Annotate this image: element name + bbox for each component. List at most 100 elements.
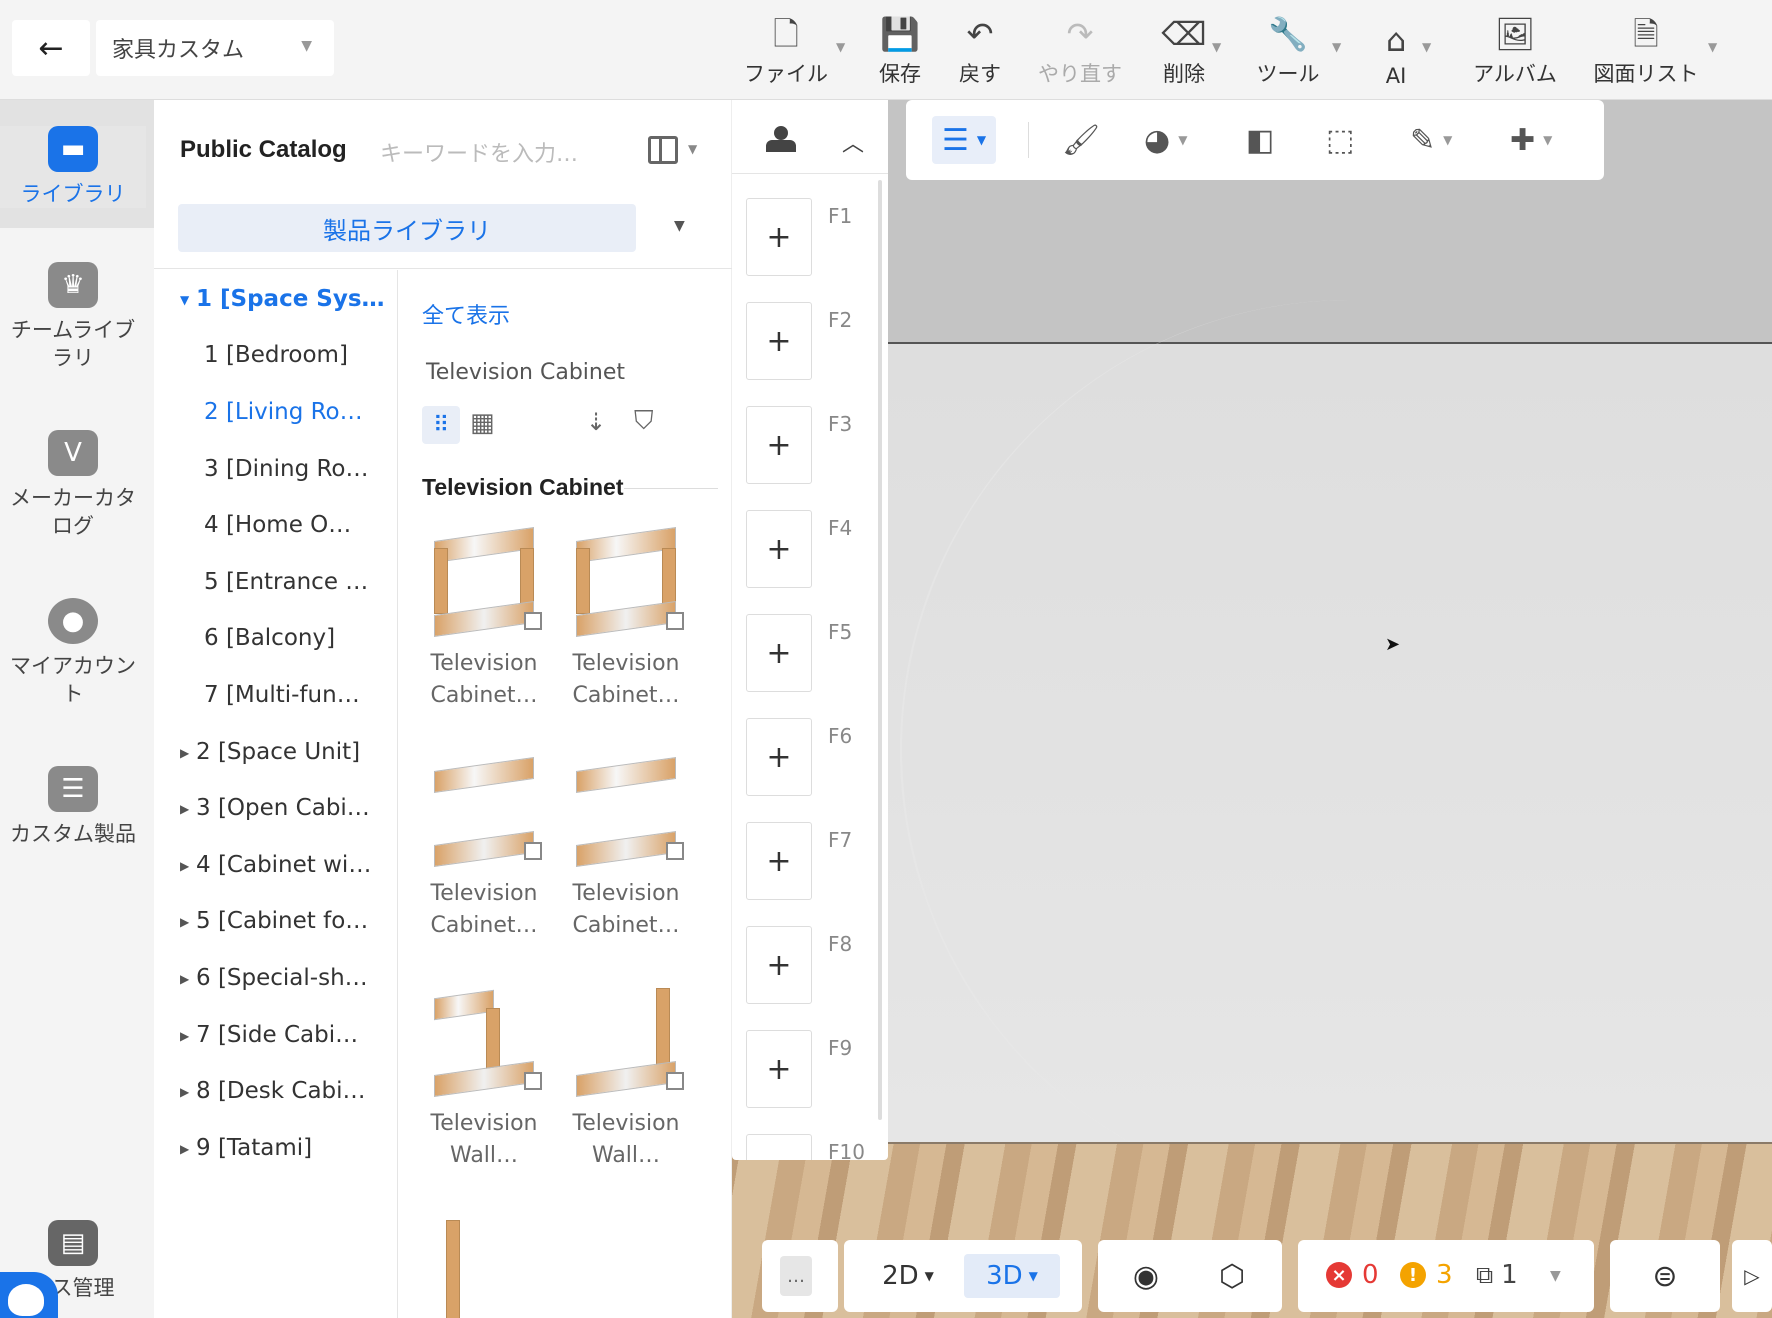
rail-item-label: マイアカウント <box>10 654 136 706</box>
drawing-list-button[interactable]: 🗎 図面リスト <box>1584 12 1708 88</box>
chevron-down-icon[interactable]: ▼ <box>1708 40 1717 54</box>
ai-menu-button[interactable]: ⌂ AI <box>1364 12 1428 88</box>
more-button[interactable]: … <box>780 1256 812 1296</box>
chat-assistant-button[interactable] <box>0 1272 58 1318</box>
tree-item[interactable]: ▶ 7 [Side Cabi… <box>180 1022 412 1062</box>
rail-item-custom-product[interactable]: ☰ カスタム製品 <box>0 766 146 848</box>
tree-item[interactable]: ▶ 6 [Special-sh… <box>180 965 412 1005</box>
tree-item[interactable]: ▶ 4 [Cabinet wi… <box>180 852 412 892</box>
tree-item[interactable]: ▶ 5 [Cabinet fo… <box>180 908 412 948</box>
add-floor-button[interactable]: + <box>746 822 812 900</box>
mode-select[interactable]: 家具カスタム ▼ <box>96 20 334 76</box>
delete-button[interactable]: ⌫ 削除 <box>1146 12 1222 88</box>
scrollbar[interactable] <box>878 180 882 1120</box>
material-palette-button[interactable]: ◕ ▼ <box>1144 116 1187 164</box>
product-card[interactable]: Television Cabinet… <box>414 756 554 942</box>
show-all-link[interactable]: 全て表示 <box>422 298 510 330</box>
warning-count-value: 3 <box>1436 1260 1453 1290</box>
save-button[interactable]: 💾 保存 <box>862 12 938 88</box>
rail-item-maker-catalog[interactable]: V メーカーカタログ <box>0 430 146 540</box>
add-floor-button[interactable]: + <box>746 1030 812 1108</box>
save-icon: 💾 <box>880 15 920 53</box>
resource-manage-icon: ▤ <box>48 1220 98 1266</box>
chevron-down-icon[interactable]: ▼ <box>836 40 845 54</box>
chevron-down-icon[interactable]: ▼ <box>1422 40 1431 54</box>
cube-view-icon[interactable]: ⬡ <box>1208 1254 1256 1298</box>
tree-item[interactable]: ▶ 3 [Open Cabi… <box>180 795 412 835</box>
file-menu-button[interactable]: 🗋 ファイル <box>736 12 836 88</box>
tree-item[interactable]: ▶ 9 [Tatami] <box>180 1135 412 1175</box>
chevron-down-icon[interactable]: ▼ <box>1332 40 1341 54</box>
add-floor-button[interactable]: + <box>746 718 812 796</box>
sort-icon[interactable]: ⇣ <box>586 408 606 436</box>
view-2d-button[interactable]: 2D ▼ <box>868 1254 948 1298</box>
filter-icon[interactable]: ⛉ <box>634 406 654 437</box>
error-count[interactable]: × 0 <box>1326 1260 1379 1290</box>
product-card[interactable]: Television Wall… <box>556 988 696 1172</box>
add-floor-button[interactable]: + <box>746 510 812 588</box>
account-person-icon: ● <box>48 598 98 644</box>
toggle-switch-icon[interactable]: ⊜ <box>1640 1254 1690 1298</box>
rail-item-label: カスタム製品 <box>10 822 136 846</box>
add-floor-button[interactable]: + <box>746 302 812 380</box>
catalog-search-input[interactable]: キーワードを入力… <box>380 136 578 168</box>
panel-layout-icon[interactable] <box>648 136 678 164</box>
add-floor-button[interactable]: + <box>746 926 812 1004</box>
add-floor-button[interactable]: + <box>746 1134 812 1160</box>
select-frame-button[interactable]: ⬚ <box>1326 116 1354 164</box>
rail-item-library[interactable]: ▬ ライブラリ <box>0 126 146 208</box>
tree-item[interactable]: ▶ 8 [Desk Cabi… <box>180 1078 412 1118</box>
error-icon: × <box>1326 1262 1352 1288</box>
tree-item[interactable]: ▼ 1 [Space Sys… <box>180 286 412 326</box>
mirror-button[interactable]: ◧ <box>1246 116 1274 164</box>
rail-item-label: メーカーカタログ <box>10 486 136 538</box>
chevron-down-icon[interactable]: ▼ <box>1212 40 1221 54</box>
chevron-down-icon[interactable]: ▼ <box>688 142 697 156</box>
small-grid-view-icon[interactable]: ⠿ <box>422 406 460 444</box>
library-select[interactable]: 製品ライブラリ <box>178 204 636 252</box>
product-name: Cabinet… <box>430 913 538 938</box>
add-floor-button[interactable]: + <box>746 614 812 692</box>
undo-icon: ↶ <box>966 15 994 53</box>
section-title: Television Cabinet <box>422 474 624 500</box>
add-floor-button[interactable]: + <box>746 198 812 276</box>
redo-button[interactable]: ↷ やり直す <box>1030 12 1130 88</box>
visibility-panel: ◉ ⬡ <box>1098 1240 1282 1312</box>
display-mode-button[interactable]: ☰ ▼ <box>932 116 997 164</box>
floor-row: + F5 <box>746 614 872 694</box>
warning-count[interactable]: ! 3 <box>1400 1260 1453 1290</box>
product-card[interactable]: Television Wall… <box>414 988 554 1172</box>
large-grid-view-icon[interactable]: ▦ <box>470 408 495 438</box>
rail-item-my-account[interactable]: ● マイアカウント <box>0 598 146 708</box>
file-menu-label: ファイル <box>744 62 828 86</box>
product-card[interactable] <box>414 1220 554 1318</box>
paint-roller-button[interactable]: 🖌 <box>1062 116 1100 164</box>
add-floor-button[interactable]: + <box>746 406 812 484</box>
person-icon[interactable] <box>766 126 796 152</box>
view-3d-button[interactable]: 3D ▼ <box>964 1254 1060 1298</box>
category-tree: ▼ 1 [Space Sys… 1 [Bedroom] 2 [Living Ro…… <box>154 270 398 1318</box>
product-card[interactable]: Television Cabinet… <box>556 756 696 942</box>
undo-button[interactable]: ↶ 戻す <box>942 12 1018 88</box>
product-card[interactable]: Television Cabinet… <box>414 526 554 712</box>
drawing-list-label: 図面リスト <box>1593 62 1699 86</box>
chevron-up-icon[interactable]: ︿ <box>842 126 864 158</box>
chevron-down-icon[interactable]: ▼ <box>674 218 685 234</box>
chevron-down-icon: ▼ <box>1178 133 1188 147</box>
product-card[interactable]: Television Cabinet… <box>556 526 696 712</box>
play-icon[interactable]: ▷ <box>1738 1254 1766 1298</box>
tree-item[interactable]: ▶ 2 [Space Unit] <box>180 739 412 779</box>
rail-item-team-library[interactable]: ♛ チームライブラリ <box>0 262 146 372</box>
tools-menu-button[interactable]: 🔧 ツール <box>1246 12 1330 88</box>
tree-item-label: 8 [Desk Cabi… <box>196 1078 366 1104</box>
eye-icon[interactable]: ◉ <box>1122 1254 1170 1298</box>
floor-label: F5 <box>828 620 853 644</box>
chevron-down-icon[interactable]: ▼ <box>1550 1268 1561 1284</box>
back-button[interactable]: ← <box>12 20 90 76</box>
floor-row: + F10 <box>746 1134 872 1160</box>
brush-button[interactable]: ✎ ▼ <box>1410 116 1452 164</box>
variant-badge-icon <box>666 612 684 630</box>
plugin-button[interactable]: ✚ ▼ <box>1510 116 1552 164</box>
album-button[interactable]: 🖼 アルバム <box>1460 12 1570 88</box>
room-count[interactable]: ⧉ 1 <box>1476 1260 1518 1290</box>
